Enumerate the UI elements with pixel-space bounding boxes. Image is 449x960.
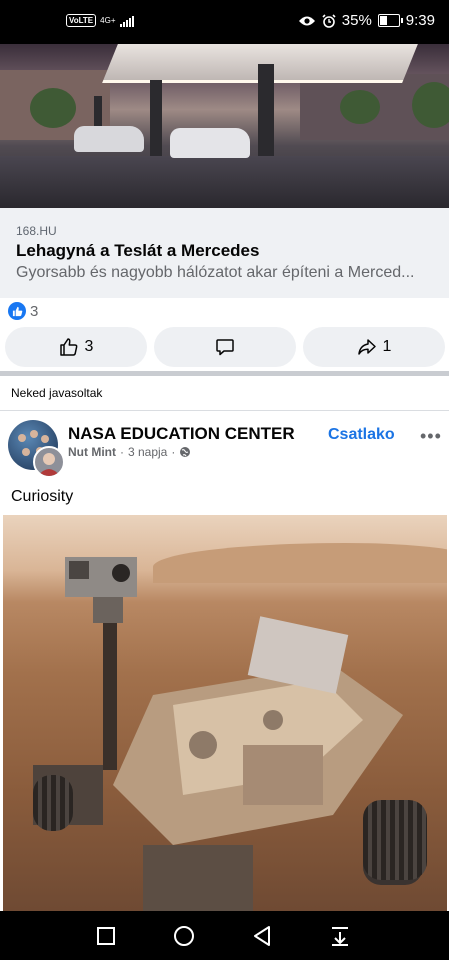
comment-button[interactable] [154,327,296,367]
author-name[interactable]: Nut Mint [68,445,116,459]
arrow-down-icon [332,927,348,946]
author-avatar[interactable] [33,446,65,478]
share-count: 1 [382,338,392,355]
like-count: 3 [84,338,94,355]
thumbs-up-icon [59,338,77,356]
clock: 9:39 [405,12,435,29]
globe-icon [180,447,191,457]
article-image[interactable] [0,44,449,208]
battery-percent: 35% [341,12,372,29]
link-title: Lehagyná a Teslát a Mercedes [16,241,260,260]
status-left: VoLTE 4G+ [66,14,134,27]
notification-pull-button[interactable] [327,923,353,949]
more-options-icon[interactable]: ••• [420,426,442,447]
alarm-icon [322,13,336,28]
section-separator [0,410,449,411]
reaction-count: 3 [30,302,39,320]
post-actions: 3 1 [5,327,445,367]
suggested-label: Neked javasoltak [11,386,103,400]
square-icon [97,927,115,945]
status-bar: VoLTE 4G+ 35% 9:39 [0,0,449,44]
link-description: Gyorsabb és nagyobb hálózatot akar építe… [16,264,415,281]
feed-divider [0,371,449,376]
page-name[interactable]: NASA EDUCATION CENTER [68,424,295,444]
like-reaction-icon [8,302,26,320]
eye-icon [298,16,315,25]
home-button[interactable] [171,923,197,949]
network-type: 4G+ [100,16,116,25]
recent-apps-button[interactable] [93,923,119,949]
post-meta: Nut Mint · 3 napja · [68,445,191,459]
join-button[interactable]: Csatlako [328,426,395,444]
share-button[interactable]: 1 [303,327,445,367]
post-time[interactable]: 3 napja [128,445,167,459]
signal-icon [119,15,134,27]
back-button[interactable] [249,923,275,949]
battery-icon [377,14,403,27]
circle-icon [174,926,194,946]
share-icon [357,339,376,355]
system-nav-bar [0,911,449,960]
comment-icon [216,339,234,356]
status-right: 35% 9:39 [298,12,435,29]
volte-badge: VoLTE [66,14,97,27]
link-domain: 168.HU [16,224,57,238]
post-photo[interactable] [3,515,447,911]
meta-separator: · [171,445,176,459]
reaction-summary[interactable]: 3 [8,302,38,320]
like-button[interactable]: 3 [5,327,147,367]
meta-separator: · [119,445,124,459]
post-text: Curiosity [11,488,74,505]
triangle-back-icon [254,926,270,946]
link-preview-card[interactable]: 168.HU Lehagyná a Teslát a Mercedes Gyor… [0,208,449,298]
